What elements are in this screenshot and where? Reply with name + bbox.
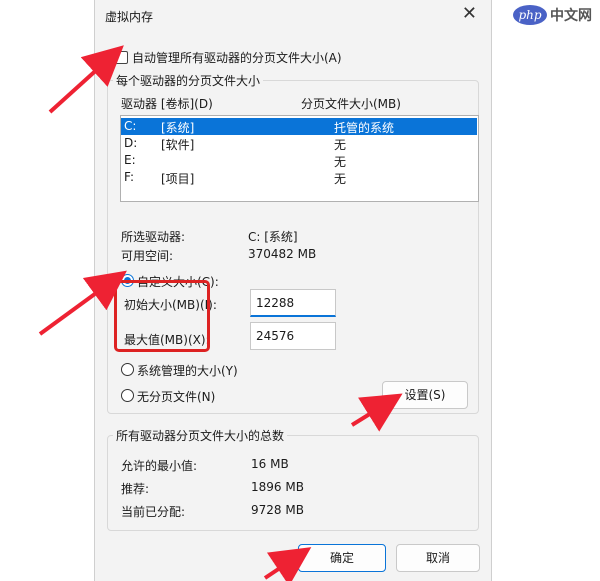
drive-letter: F: <box>124 170 135 184</box>
no-paging-file-label: 无分页文件(N) <box>137 390 216 404</box>
background-right: php 中文网 <box>490 0 600 581</box>
totals-group-title: 所有驱动器分页文件大小的总数 <box>113 427 288 444</box>
highlight-box <box>114 280 210 352</box>
max-size-input[interactable]: 24576 <box>250 322 336 350</box>
drive-row-d[interactable]: D: [软件] 无 <box>121 135 477 152</box>
min-allowed-label: 允许的最小值: <box>121 459 198 473</box>
drive-row-e[interactable]: E: 无 <box>121 152 477 169</box>
auto-manage-checkbox[interactable] <box>115 50 128 64</box>
drive-letter: C: <box>124 119 137 133</box>
title-bar: 虚拟内存 ✕ <box>95 0 491 30</box>
auto-manage-checkbox-row[interactable]: 自动管理所有驱动器的分页文件大小(A) <box>115 49 342 65</box>
virtual-memory-dialog: 虚拟内存 ✕ 自动管理所有驱动器的分页文件大小(A) 每个驱动器的分页文件大小 … <box>94 0 492 581</box>
drive-letter: D: <box>124 136 138 150</box>
system-managed-label: 系统管理的大小(Y) <box>137 364 238 378</box>
dialog-title: 虚拟内存 <box>105 10 154 24</box>
set-button[interactable]: 设置(S) <box>382 381 468 409</box>
recommended-label: 推荐: <box>121 482 150 496</box>
system-managed-radio[interactable] <box>121 363 134 376</box>
drive-label: [项目] <box>161 172 195 186</box>
drive-label: [系统] <box>161 121 195 135</box>
per-drive-group-title: 每个驱动器的分页文件大小 <box>113 72 264 89</box>
selected-drive-label: 所选驱动器: <box>121 230 186 244</box>
allocated-label: 当前已分配: <box>121 505 186 519</box>
ok-button[interactable]: 确定 <box>298 544 386 572</box>
watermark-logo: php 中文网 <box>513 5 592 25</box>
cancel-button[interactable]: 取消 <box>396 544 480 572</box>
free-space-value: 370482 MB <box>248 247 317 261</box>
drive-size: 无 <box>334 155 347 169</box>
background-left <box>0 0 94 581</box>
close-icon[interactable]: ✕ <box>462 3 477 24</box>
drive-size: 无 <box>334 172 347 186</box>
column-header-size: 分页文件大小(MB) <box>301 97 401 111</box>
drive-size: 托管的系统 <box>334 121 395 135</box>
free-space-label: 可用空间: <box>121 249 174 263</box>
drive-letter: E: <box>124 153 136 167</box>
selected-drive-value: C: [系统] <box>248 230 298 244</box>
recommended-value: 1896 MB <box>251 480 304 494</box>
drive-row-f[interactable]: F: [项目] 无 <box>121 169 477 186</box>
min-allowed-value: 16 MB <box>251 457 289 471</box>
column-header-drive: 驱动器 [卷标](D) <box>121 97 213 111</box>
drive-size: 无 <box>334 138 347 152</box>
drive-list[interactable]: C: [系统] 托管的系统 D: [软件] 无 E: 无 F: [项目] 无 <box>120 115 479 202</box>
allocated-value: 9728 MB <box>251 503 304 517</box>
initial-size-input[interactable]: 12288 <box>250 289 336 317</box>
drive-row-c[interactable]: C: [系统] 托管的系统 <box>121 118 477 135</box>
auto-manage-label: 自动管理所有驱动器的分页文件大小(A) <box>132 50 342 65</box>
no-paging-file-radio[interactable] <box>121 389 134 402</box>
drive-label: [软件] <box>161 138 195 152</box>
